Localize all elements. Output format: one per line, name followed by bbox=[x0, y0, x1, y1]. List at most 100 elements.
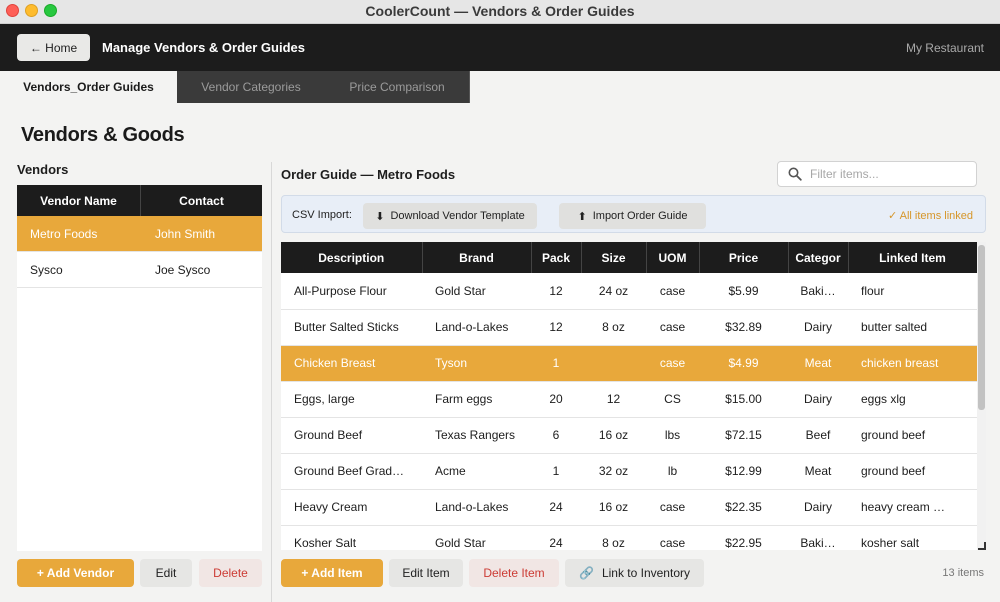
item-brand: Gold Star bbox=[422, 525, 531, 550]
item-description: Chicken Breast bbox=[281, 345, 422, 382]
link-icon: 🔗 bbox=[578, 566, 594, 580]
window-title: CoolerCount — Vendors & Order Guides bbox=[365, 3, 635, 19]
item-category: Baki… bbox=[788, 525, 848, 550]
filter-input[interactable] bbox=[810, 167, 960, 181]
panel-divider bbox=[271, 162, 272, 602]
edit-item-button[interactable]: Edit Item bbox=[389, 559, 463, 587]
delete-vendor-button[interactable]: Delete bbox=[199, 559, 262, 587]
item-category: Dairy bbox=[788, 381, 848, 418]
filter-field[interactable] bbox=[777, 161, 977, 187]
search-icon bbox=[788, 167, 802, 181]
vendor-name: Metro Foods bbox=[30, 226, 98, 241]
item-linked: eggs xlg bbox=[848, 381, 977, 418]
item-pack: 1 bbox=[531, 453, 581, 490]
order-guide-rows: All-Purpose Flour Gold Star 12 24 oz case $5.… bbox=[281, 273, 977, 550]
item-linked: flour bbox=[848, 273, 977, 310]
resize-grip-icon[interactable] bbox=[978, 542, 986, 550]
download-template-button[interactable]: ⬇ Download Vendor Template bbox=[363, 203, 537, 229]
tab-vendor-categories[interactable]: Vendor Categories bbox=[177, 71, 325, 103]
link-to-inventory-label: Link to Inventory bbox=[601, 566, 690, 580]
item-price: $4.99 bbox=[699, 345, 788, 382]
app-header: ← Home Manage Vendors & Order Guides My … bbox=[0, 24, 1000, 71]
import-order-guide-button[interactable]: ⬆ Import Order Guide bbox=[559, 203, 706, 229]
order-guide-table: Description Brand Pack Size UOM Price Ca… bbox=[281, 242, 986, 550]
import-order-guide-label: Import Order Guide bbox=[592, 210, 688, 222]
column-size[interactable]: Size bbox=[581, 242, 647, 273]
item-price: $72.15 bbox=[699, 417, 788, 454]
item-brand: Tyson bbox=[422, 345, 531, 382]
item-description: Ground Beef Grad… bbox=[281, 453, 422, 490]
column-category[interactable]: Categor bbox=[788, 242, 849, 273]
item-uom: case bbox=[646, 345, 699, 382]
item-size: 32 oz bbox=[581, 453, 646, 490]
vendor-row[interactable]: Metro Foods John Smith bbox=[17, 216, 262, 252]
item-size: 16 oz bbox=[581, 417, 646, 454]
download-arrow-icon: ⬇ bbox=[375, 210, 385, 223]
scrollbar-thumb[interactable] bbox=[978, 245, 985, 410]
item-description: All-Purpose Flour bbox=[281, 273, 422, 310]
table-row[interactable]: Ground Beef Grad… Acme 1 32 oz lb $12.99 Meat g… bbox=[281, 453, 977, 490]
column-linked-item[interactable]: Linked Item bbox=[848, 242, 978, 273]
item-size: 16 oz bbox=[581, 489, 646, 526]
link-to-inventory-button[interactable]: 🔗 Link to Inventory bbox=[565, 559, 704, 587]
item-description: Ground Beef bbox=[281, 417, 422, 454]
header-title: Manage Vendors & Order Guides bbox=[102, 40, 305, 55]
item-price: $15.00 bbox=[699, 381, 788, 418]
title-bar: CoolerCount — Vendors & Order Guides bbox=[0, 0, 1000, 24]
item-linked: ground beef bbox=[848, 417, 977, 454]
item-brand: Gold Star bbox=[422, 273, 531, 310]
table-scrollbar[interactable] bbox=[977, 242, 986, 550]
vendor-contact: John Smith bbox=[155, 226, 216, 241]
item-uom: case bbox=[646, 309, 699, 346]
table-row[interactable]: Heavy Cream Land-o-Lakes 24 16 oz case $22.35… bbox=[281, 489, 977, 526]
table-row[interactable]: Butter Salted Sticks Land-o-Lakes 12 8 oz ca… bbox=[281, 309, 977, 346]
vendor-row[interactable]: Sysco Joe Sysco bbox=[17, 252, 262, 288]
item-uom: case bbox=[646, 525, 699, 550]
tab-price-comparison[interactable]: Price Comparison bbox=[325, 71, 470, 103]
column-uom[interactable]: UOM bbox=[646, 242, 700, 273]
column-price[interactable]: Price bbox=[699, 242, 789, 273]
column-vendor-name[interactable]: Vendor Name bbox=[17, 185, 141, 216]
vendor-contact: Joe Sysco bbox=[155, 262, 211, 277]
item-brand: Land-o-Lakes bbox=[422, 489, 531, 526]
vendor-name: Sysco bbox=[30, 262, 63, 277]
item-linked: butter salted bbox=[848, 309, 977, 346]
item-brand: Land-o-Lakes bbox=[422, 309, 531, 346]
tab-bar: Vendors_Order Guides Vendor Categories P… bbox=[0, 71, 470, 103]
column-pack[interactable]: Pack bbox=[531, 242, 582, 273]
column-brand[interactable]: Brand bbox=[422, 242, 532, 273]
add-vendor-button[interactable]: + Add Vendor bbox=[17, 559, 134, 587]
tab-vendors-order-guides[interactable]: Vendors_Order Guides bbox=[0, 71, 177, 103]
vendors-label: Vendors bbox=[17, 162, 69, 177]
item-uom: case bbox=[646, 273, 699, 310]
item-category: Meat bbox=[788, 345, 848, 382]
add-item-button[interactable]: + Add Item bbox=[281, 559, 383, 587]
table-row[interactable]: Kosher Salt Gold Star 24 8 oz case $22.95 Baki… bbox=[281, 525, 977, 550]
item-price: $5.99 bbox=[699, 273, 788, 310]
item-uom: CS bbox=[646, 381, 699, 418]
table-row[interactable]: All-Purpose Flour Gold Star 12 24 oz case $5.… bbox=[281, 273, 977, 310]
item-linked: ground beef bbox=[848, 453, 977, 490]
item-size: 24 oz bbox=[581, 273, 646, 310]
item-uom: case bbox=[646, 489, 699, 526]
table-row[interactable]: Chicken Breast Tyson 1 case $4.99 Meat chicken… bbox=[281, 345, 977, 382]
edit-vendor-button[interactable]: Edit bbox=[140, 559, 192, 587]
table-row[interactable]: Ground Beef Texas Rangers 6 16 oz lbs $72.15 B… bbox=[281, 417, 977, 454]
table-row[interactable]: Eggs, large Farm eggs 20 12 CS $15.00 Dairy egg… bbox=[281, 381, 977, 418]
csv-import-bar: CSV Import: ⬇ Download Vendor Template ⬆… bbox=[281, 195, 986, 233]
item-category: Dairy bbox=[788, 489, 848, 526]
order-guide-header-row: Description Brand Pack Size UOM Price Ca… bbox=[281, 242, 978, 273]
item-linked: heavy cream … bbox=[848, 489, 977, 526]
item-category: Meat bbox=[788, 453, 848, 490]
item-description: Butter Salted Sticks bbox=[281, 309, 422, 346]
item-size: 8 oz bbox=[581, 525, 646, 550]
delete-item-button[interactable]: Delete Item bbox=[469, 559, 559, 587]
home-button[interactable]: ← Home bbox=[17, 34, 90, 61]
column-contact[interactable]: Contact bbox=[141, 185, 262, 216]
item-count: 13 items bbox=[942, 567, 984, 579]
column-description[interactable]: Description bbox=[281, 242, 423, 273]
item-uom: lb bbox=[646, 453, 699, 490]
vendor-table-header: Vendor Name Contact bbox=[17, 185, 262, 216]
item-brand: Acme bbox=[422, 453, 531, 490]
item-brand: Texas Rangers bbox=[422, 417, 531, 454]
